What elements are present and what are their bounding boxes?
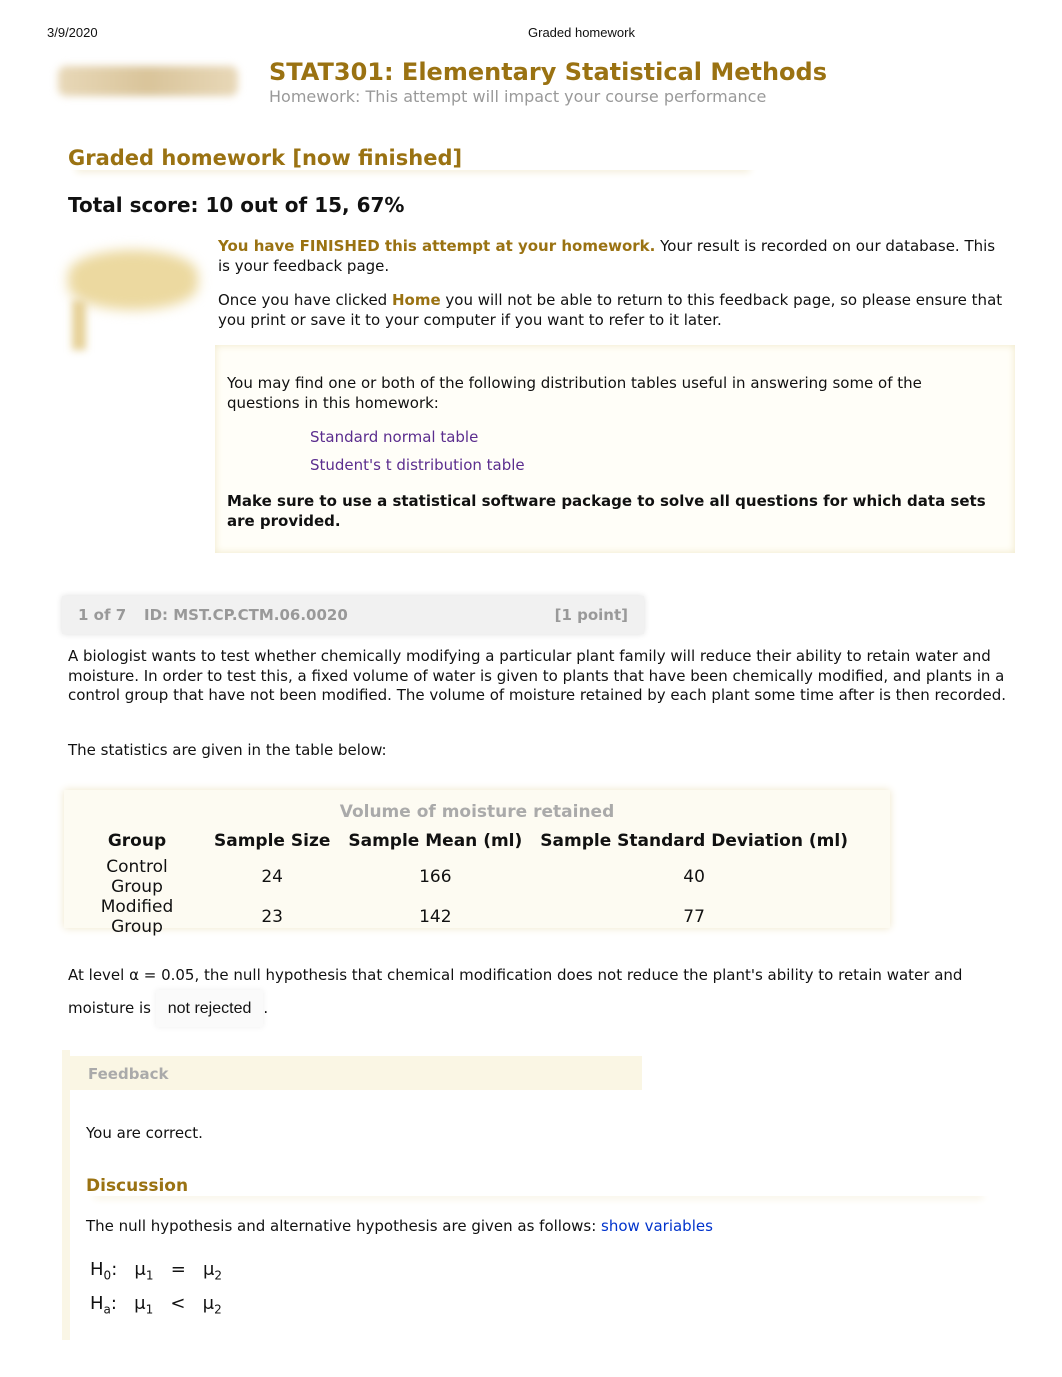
answer-dropdown[interactable]: not rejected — [155, 990, 264, 1027]
question-prompt: At level α = 0.05, the null hypothesis t… — [68, 961, 1018, 1027]
course-subtitle: Homework: This attempt will impact your … — [269, 87, 767, 106]
page: 3/9/2020 Graded homework STAT301: Elemen… — [0, 0, 1062, 1377]
site-logo — [58, 66, 238, 96]
table-row: Control Group 24 166 40 — [106, 857, 705, 897]
feedback-result: You are correct. — [86, 1124, 203, 1142]
finished-message: You have FINISHED this attempt at your h… — [218, 237, 996, 275]
print-date: 3/9/2020 — [47, 25, 98, 40]
question-text: A biologist wants to test whether chemic… — [68, 647, 1006, 704]
stats-table: Group Sample Size Sample Mean (ml) Sample S… — [69, 824, 857, 938]
null-hypothesis: H0: μ1 = μ2 — [90, 1259, 223, 1283]
discussion-text: The null hypothesis and alternative hypo… — [86, 1217, 713, 1235]
stats-intro: The statistics are given in the table be… — [68, 741, 387, 759]
distribution-tables-box: You may find one or both of the followin… — [215, 345, 1015, 553]
alternative-hypothesis: Ha: μ1 < μ2 — [90, 1293, 222, 1317]
print-title: Graded homework — [528, 25, 635, 40]
page-title: Graded homework [now finished] — [68, 146, 758, 170]
t-distribution-table-link[interactable]: Student's t distribution table — [310, 456, 525, 474]
discussion-title: Discussion — [86, 1176, 991, 1196]
home-warning: Once you have clicked Home you will not … — [218, 291, 1003, 329]
home-link[interactable]: Home — [392, 291, 441, 309]
total-score: Total score: 10 out of 15, 67% — [68, 193, 405, 217]
software-note: Make sure to use a statistical software … — [227, 492, 986, 530]
show-variables-link[interactable]: show variables — [601, 1217, 713, 1235]
standard-normal-table-link[interactable]: Standard normal table — [310, 428, 478, 446]
graduation-cap-icon — [68, 250, 198, 310]
stats-table-container: Volume of moisture retained Group Sample … — [64, 790, 890, 937]
question-header: 1 of 7 ID: MST.CP.CTM.06.0020 [1 point] — [62, 596, 644, 634]
tassel-icon — [72, 300, 86, 350]
table-header-row: Group Sample Size Sample Mean (ml) Sample S… — [107, 830, 848, 851]
table-row: Modified Group 23 142 77 — [100, 897, 705, 937]
course-title: STAT301: Elementary Statistical Methods — [269, 58, 828, 86]
feedback-header: Feedback — [70, 1056, 642, 1090]
table-caption: Volume of moisture retained — [339, 802, 615, 822]
